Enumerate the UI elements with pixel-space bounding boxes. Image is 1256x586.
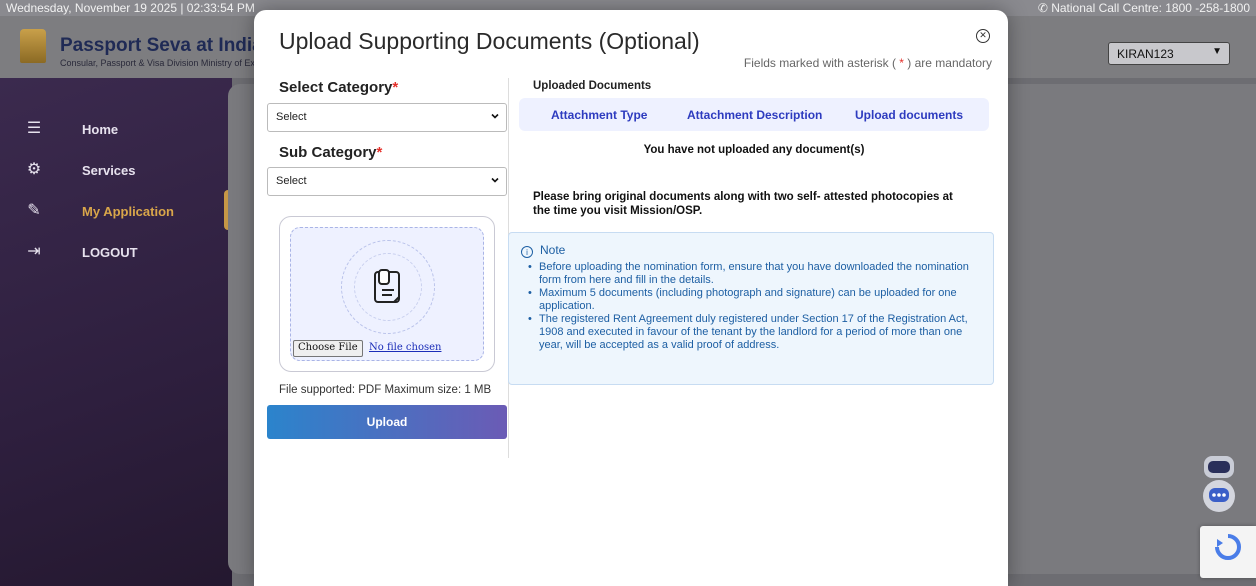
subcategory-select[interactable]: Select bbox=[267, 167, 507, 196]
note-item: Maximum 5 documents (including photograp… bbox=[528, 287, 987, 313]
emblem-logo bbox=[20, 29, 46, 63]
sidebar-item-my-application[interactable]: ✎ My Application bbox=[0, 196, 232, 226]
subcategory-select-value: Select bbox=[276, 175, 307, 187]
bring-originals-message: Please bring original documents along wi… bbox=[533, 191, 953, 217]
logout-icon: ⇥ bbox=[27, 243, 41, 260]
sidebar: ☰ Home ⚙ Services ✎ My Application ⇥ LOG… bbox=[0, 78, 232, 586]
recaptcha-badge[interactable] bbox=[1200, 526, 1256, 578]
category-select-value: Select bbox=[276, 111, 307, 123]
mandatory-asterisk: * bbox=[895, 56, 908, 70]
sidebar-item-services[interactable]: ⚙ Services bbox=[0, 155, 232, 185]
brand-title: Passport Seva at India bbox=[60, 35, 263, 56]
mandatory-suffix: ) are mandatory bbox=[907, 56, 992, 70]
note-box: i Note Before uploading the nomination fo… bbox=[508, 232, 994, 385]
upload-button[interactable]: Upload bbox=[267, 405, 507, 439]
sidebar-item-logout[interactable]: ⇥ LOGOUT bbox=[0, 237, 232, 267]
datetime: Wednesday, November 19 2025 | 02:33:54 P… bbox=[6, 1, 255, 15]
user-name: KIRAN123 bbox=[1117, 47, 1174, 61]
sidebar-item-label: Home bbox=[82, 122, 119, 137]
chevron-down-icon: ▼ bbox=[1212, 46, 1222, 57]
mandatory-prefix: Fields marked with asterisk ( bbox=[743, 56, 896, 70]
note-list: Before uploading the nomination form, en… bbox=[528, 261, 987, 352]
application-icon: ✎ bbox=[27, 202, 41, 219]
subcategory-label-text: Sub Category bbox=[279, 144, 377, 161]
file-supported-text: File supported: PDF Maximum size: 1 MB bbox=[279, 384, 492, 396]
category-label: Select Category* bbox=[279, 79, 399, 96]
mandatory-note: Fields marked with asterisk ( * ) are ma… bbox=[744, 56, 992, 70]
documents-table-header: Attachment Type Attachment Description U… bbox=[519, 98, 989, 131]
home-search-icon: ☰ bbox=[26, 120, 42, 137]
services-icon: ⚙ bbox=[26, 161, 42, 178]
file-status: No file chosen bbox=[369, 342, 442, 353]
recaptcha-icon bbox=[1215, 534, 1241, 560]
note-title: Note bbox=[540, 243, 566, 257]
choose-file-button[interactable]: Choose File bbox=[293, 340, 363, 357]
empty-documents-message: You have not uploaded any document(s) bbox=[643, 144, 865, 156]
info-icon: i bbox=[521, 246, 533, 258]
column-attachment-type: Attachment Type bbox=[551, 108, 648, 122]
subcategory-label: Sub Category* bbox=[279, 144, 383, 161]
sidebar-item-label: Services bbox=[82, 163, 136, 178]
chevron-down-icon bbox=[491, 177, 499, 183]
chatbot-icon[interactable] bbox=[1196, 452, 1242, 518]
file-dropzone[interactable]: Choose File No file chosen bbox=[290, 227, 484, 361]
category-label-text: Select Category bbox=[279, 79, 393, 96]
note-item: Before uploading the nomination form, en… bbox=[528, 261, 987, 287]
sidebar-item-label: LOGOUT bbox=[82, 245, 138, 260]
note-item: The registered Rent Agreement duly regis… bbox=[528, 313, 987, 352]
upload-documents-modal: Upload Supporting Documents (Optional) ✕… bbox=[254, 10, 1008, 586]
column-attachment-description: Attachment Description bbox=[687, 108, 823, 122]
close-icon[interactable]: ✕ bbox=[976, 29, 990, 43]
column-upload-documents: Upload documents bbox=[855, 108, 964, 122]
category-select[interactable]: Select bbox=[267, 103, 507, 132]
note-header: i Note bbox=[521, 243, 565, 258]
document-icon bbox=[374, 269, 400, 303]
chevron-down-icon bbox=[491, 113, 499, 119]
uploaded-documents-title: Uploaded Documents bbox=[533, 80, 652, 92]
call-centre: ✆ National Call Centre: 1800 -258-1800 bbox=[1037, 1, 1250, 15]
file-dropzone-frame: Choose File No file chosen bbox=[279, 216, 495, 372]
sidebar-item-home[interactable]: ☰ Home bbox=[0, 114, 232, 144]
user-dropdown[interactable]: KIRAN123 ▼ bbox=[1108, 42, 1230, 65]
modal-title: Upload Supporting Documents (Optional) bbox=[279, 28, 700, 54]
sidebar-item-label: My Application bbox=[82, 204, 174, 219]
